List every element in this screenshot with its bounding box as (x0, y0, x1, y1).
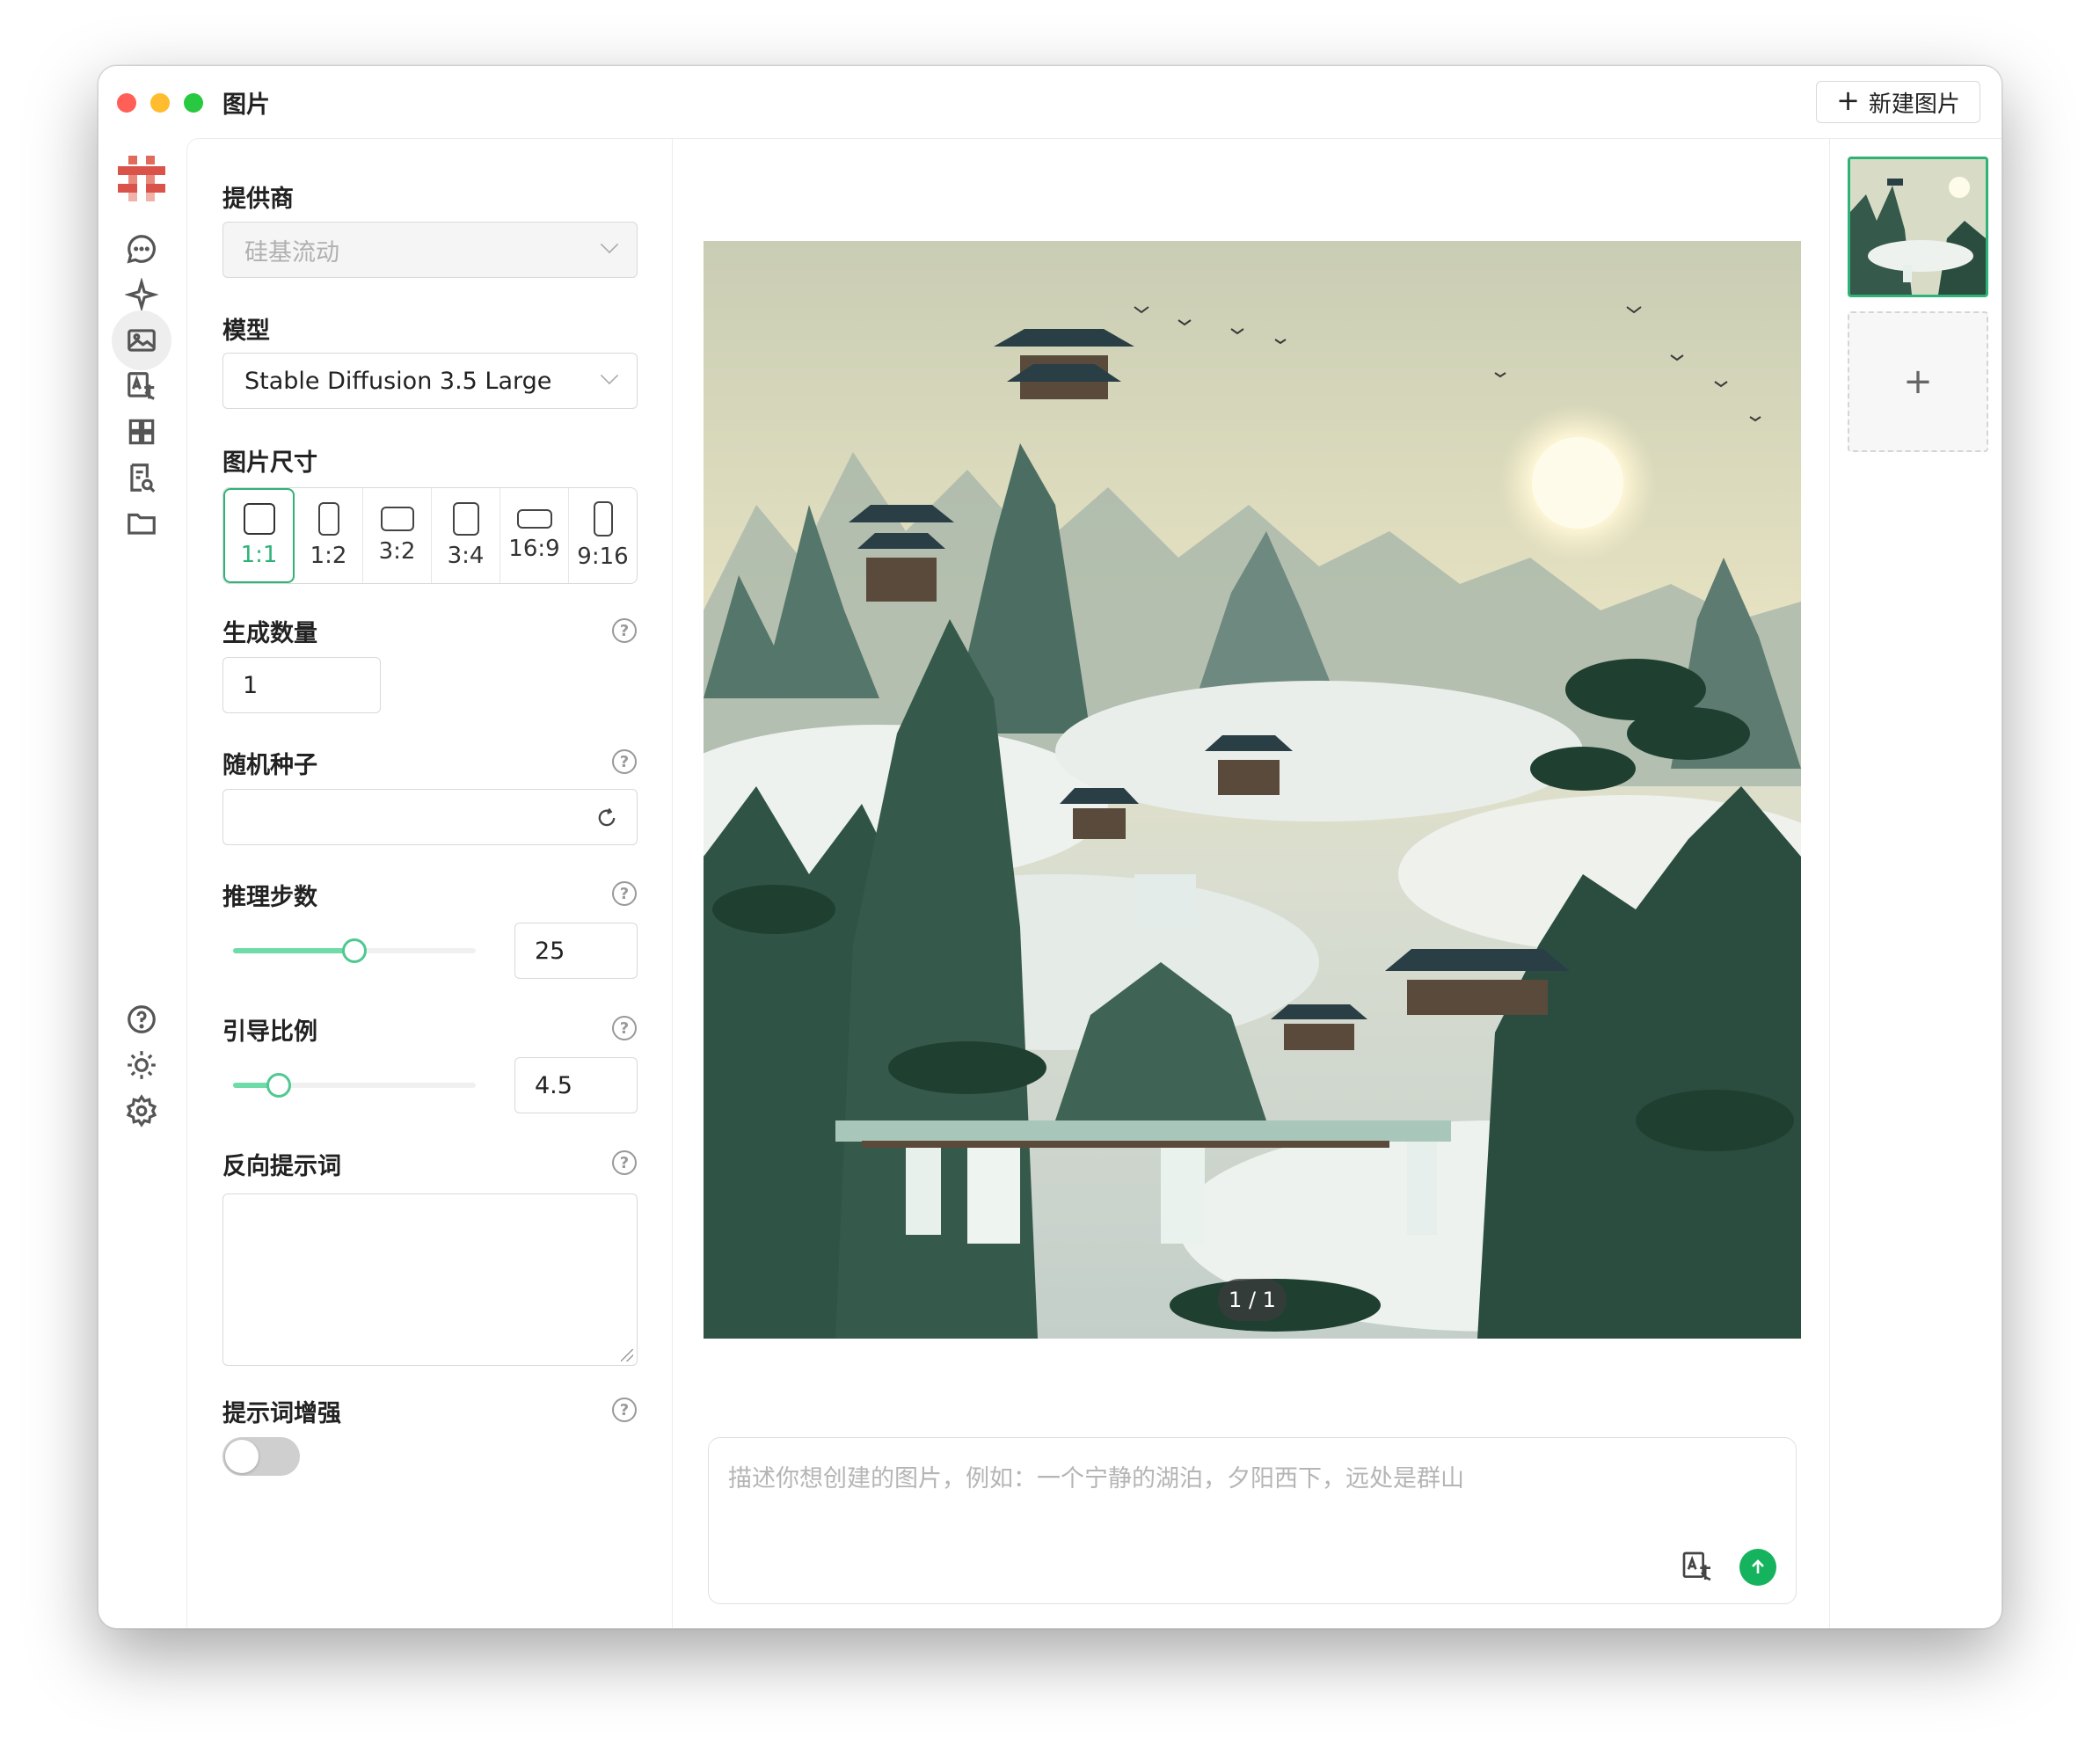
help-icon[interactable]: ? (612, 1398, 637, 1422)
ratio-label: 9:16 (577, 544, 629, 570)
steps-slider-thumb[interactable] (342, 938, 367, 963)
new-image-label: 新建图片 (1868, 91, 1960, 118)
close-window-button[interactable] (117, 93, 136, 113)
ratio-shape-icon (452, 502, 479, 536)
provider-select: 硅基流动 (222, 222, 638, 278)
plus-icon: + (1903, 361, 1933, 402)
model-select[interactable]: Stable Diffusion 3.5 Large (222, 353, 638, 409)
steps-input[interactable]: 25 (514, 923, 638, 979)
guidance-label: 引导比例 (222, 1018, 317, 1046)
app-logo[interactable] (116, 154, 167, 205)
zoom-window-button[interactable] (184, 93, 203, 113)
ratio-option-3-2[interactable]: 3:2 (363, 488, 432, 583)
refresh-icon[interactable] (594, 806, 619, 830)
ratio-label: 1:1 (240, 542, 278, 568)
window-title: 图片 (222, 91, 270, 119)
prompt-input[interactable]: 描述你想创建的图片，例如：一个宁静的湖泊，夕阳西下，远处是群山 (708, 1437, 1797, 1604)
provider-value: 硅基流动 (244, 238, 339, 266)
guidance-slider-thumb[interactable] (266, 1073, 292, 1098)
arrow-up-icon (1752, 1559, 1764, 1573)
ratio-shape-icon (516, 509, 552, 529)
ratio-label: 3:4 (447, 543, 485, 569)
ratio-option-1-2[interactable]: 1:2 (295, 488, 363, 583)
steps-label: 推理步数 (222, 884, 317, 911)
image-size-label: 图片尺寸 (222, 449, 317, 477)
translate-icon[interactable] (1680, 1549, 1715, 1584)
help-icon[interactable]: ? (612, 881, 637, 906)
help-icon[interactable]: ? (612, 618, 637, 643)
add-image-button[interactable]: + (1848, 311, 1988, 452)
generated-image[interactable]: 1 / 1 (704, 241, 1801, 1339)
provider-label: 提供商 (222, 186, 294, 213)
chevron-down-icon (600, 235, 619, 254)
new-image-button[interactable]: + 新建图片 (1816, 81, 1980, 123)
resize-handle-icon[interactable] (621, 1349, 633, 1361)
ratio-shape-icon (593, 501, 613, 536)
plus-icon: + (1836, 84, 1860, 117)
count-label: 生成数量 (222, 620, 317, 647)
seed-label: 随机种子 (222, 752, 317, 779)
model-value: Stable Diffusion 3.5 Large (244, 367, 552, 395)
chevron-down-icon (600, 366, 619, 385)
prompt-placeholder: 描述你想创建的图片，例如：一个宁静的湖泊，夕阳西下，远处是群山 (728, 1465, 1464, 1493)
preview-area: 1 / 1 描述你想创建的图片，例如：一个宁静的湖泊，夕阳西下，远处是群山 (673, 139, 1832, 1628)
minimize-window-button[interactable] (150, 93, 170, 113)
guidance-input[interactable]: 4.5 (514, 1057, 638, 1113)
ratio-shape-icon (317, 502, 339, 536)
ratio-label: 1:2 (310, 543, 347, 569)
model-label: 模型 (222, 317, 270, 345)
thumbnail-panel: + (1829, 139, 2002, 1628)
negative-prompt-label: 反向提示词 (222, 1153, 341, 1180)
send-button[interactable] (1739, 1549, 1776, 1586)
help-icon[interactable]: ? (612, 1150, 637, 1175)
ratio-shape-icon (243, 503, 275, 535)
settings-panel: 提供商 硅基流动 模型 Stable Diffusion 3.5 Large 图… (187, 139, 673, 1628)
negative-prompt-textarea[interactable] (222, 1193, 638, 1366)
toggle-knob (225, 1440, 259, 1473)
ratio-shape-icon (380, 507, 414, 531)
help-icon[interactable]: ? (612, 749, 637, 774)
ratio-option-9-16[interactable]: 9:16 (569, 488, 637, 583)
gear-icon[interactable] (112, 1081, 171, 1141)
seed-input[interactable] (222, 789, 638, 845)
steps-slider-fill (233, 948, 354, 953)
ratio-label: 16:9 (508, 536, 560, 562)
prompt-enhance-toggle[interactable] (222, 1437, 300, 1476)
guidance-slider[interactable] (233, 1073, 476, 1098)
folder-icon[interactable] (112, 493, 171, 553)
count-input[interactable]: 1 (222, 657, 381, 713)
image-counter: 1 / 1 (1218, 1279, 1287, 1321)
title-bar: 图片 + 新建图片 (98, 66, 2002, 138)
main-content: 提供商 硅基流动 模型 Stable Diffusion 3.5 Large 图… (186, 138, 2002, 1628)
icon-rail (98, 138, 186, 1628)
app-window: 图片 + 新建图片 提供商 硅基流动 模型 Stable Diffusion 3… (98, 65, 2002, 1629)
image-thumbnail[interactable] (1848, 157, 1988, 297)
ratio-option-16-9[interactable]: 16:9 (500, 488, 569, 583)
aspect-ratio-selector: 1:1 1:2 3:2 3:4 16:9 9:16 (222, 487, 638, 584)
ratio-option-3-4[interactable]: 3:4 (432, 488, 500, 583)
ratio-label: 3:2 (378, 538, 416, 565)
steps-slider[interactable] (233, 938, 476, 963)
prompt-enhance-label: 提示词增强 (222, 1400, 341, 1427)
help-icon[interactable]: ? (612, 1016, 637, 1040)
ratio-option-1-1[interactable]: 1:1 (223, 488, 295, 583)
